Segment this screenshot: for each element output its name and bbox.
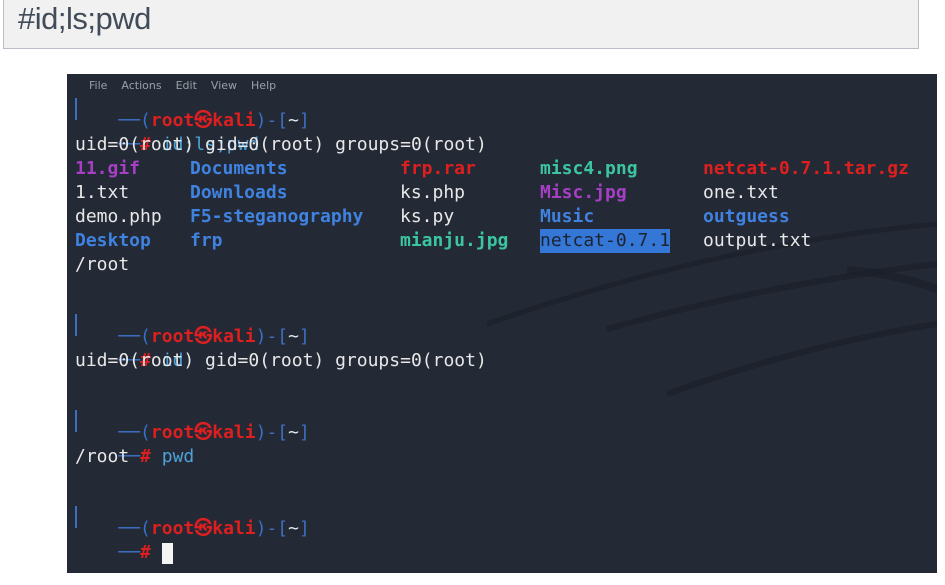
ls-row: 11.gif Documents frp.rar misc4.png netcat-0.… — [67, 157, 937, 181]
command-text: pwd — [161, 446, 195, 467]
ls-entry: Documents — [190, 158, 288, 179]
prompt-line: ──(root㉿kali)-[~] — [118, 326, 310, 347]
prompt-line: ──(root㉿kali)-[~] — [118, 518, 310, 539]
pwd-output: /root — [75, 446, 130, 467]
command-line: ──# id — [118, 350, 184, 371]
ls-entry: outguess — [703, 206, 790, 227]
prompt-line: ──(root㉿kali)-[~] — [118, 110, 310, 131]
ls-entry: F5-steganography — [190, 206, 364, 227]
ls-row: Desktop frp mianju.jpg netcat-0.7.1 output.t… — [67, 229, 937, 253]
ls-entry: demo.php — [75, 206, 162, 227]
ls-entry: output.txt — [703, 230, 812, 251]
ls-entry: mianju.jpg — [400, 230, 509, 251]
caption-box: #id;ls;pwd — [3, 0, 919, 49]
caption-text: #id;ls;pwd — [18, 1, 151, 36]
ls-entry: 1.txt — [75, 182, 130, 203]
prompt-line: ──(root㉿kali)-[~] — [118, 422, 310, 443]
id-output: uid=0(root) gid=0(root) groups=0(root) — [75, 350, 487, 371]
text-cursor — [161, 542, 173, 564]
ls-entry: frp.rar — [400, 158, 476, 179]
ls-entry: ks.py — [400, 206, 455, 227]
input-line[interactable]: ──# — [75, 517, 173, 564]
ls-entry: Misc.jpg — [540, 182, 627, 203]
command-line: ──# id;ls;pwd — [118, 134, 260, 155]
ls-entry: netcat-0.7.1.tar.gz — [703, 158, 909, 179]
terminal-window[interactable]: File Actions Edit View Help ──(root㉿kali)-[~… — [67, 74, 937, 573]
command-line: ──# pwd — [118, 446, 195, 467]
id-output: uid=0(root) gid=0(root) groups=0(root) — [75, 134, 487, 155]
ls-entry: Downloads — [190, 182, 288, 203]
ls-entry: ks.php — [400, 182, 466, 203]
ls-entry: 11.gif — [75, 158, 141, 179]
pwd-output: /root — [75, 254, 130, 275]
ls-entry: Music — [540, 206, 595, 227]
ls-row: demo.php F5-steganography ks.py Music outgue… — [67, 205, 937, 229]
ls-entry: frp — [190, 230, 223, 251]
ls-entry: one.txt — [703, 182, 779, 203]
ls-entry: misc4.png — [540, 158, 638, 179]
ls-entry: Desktop — [75, 230, 151, 251]
ls-entry: netcat-0.7.1 — [540, 229, 671, 253]
ls-row: 1.txt Downloads ks.php Misc.jpg one.txt — [67, 181, 937, 205]
